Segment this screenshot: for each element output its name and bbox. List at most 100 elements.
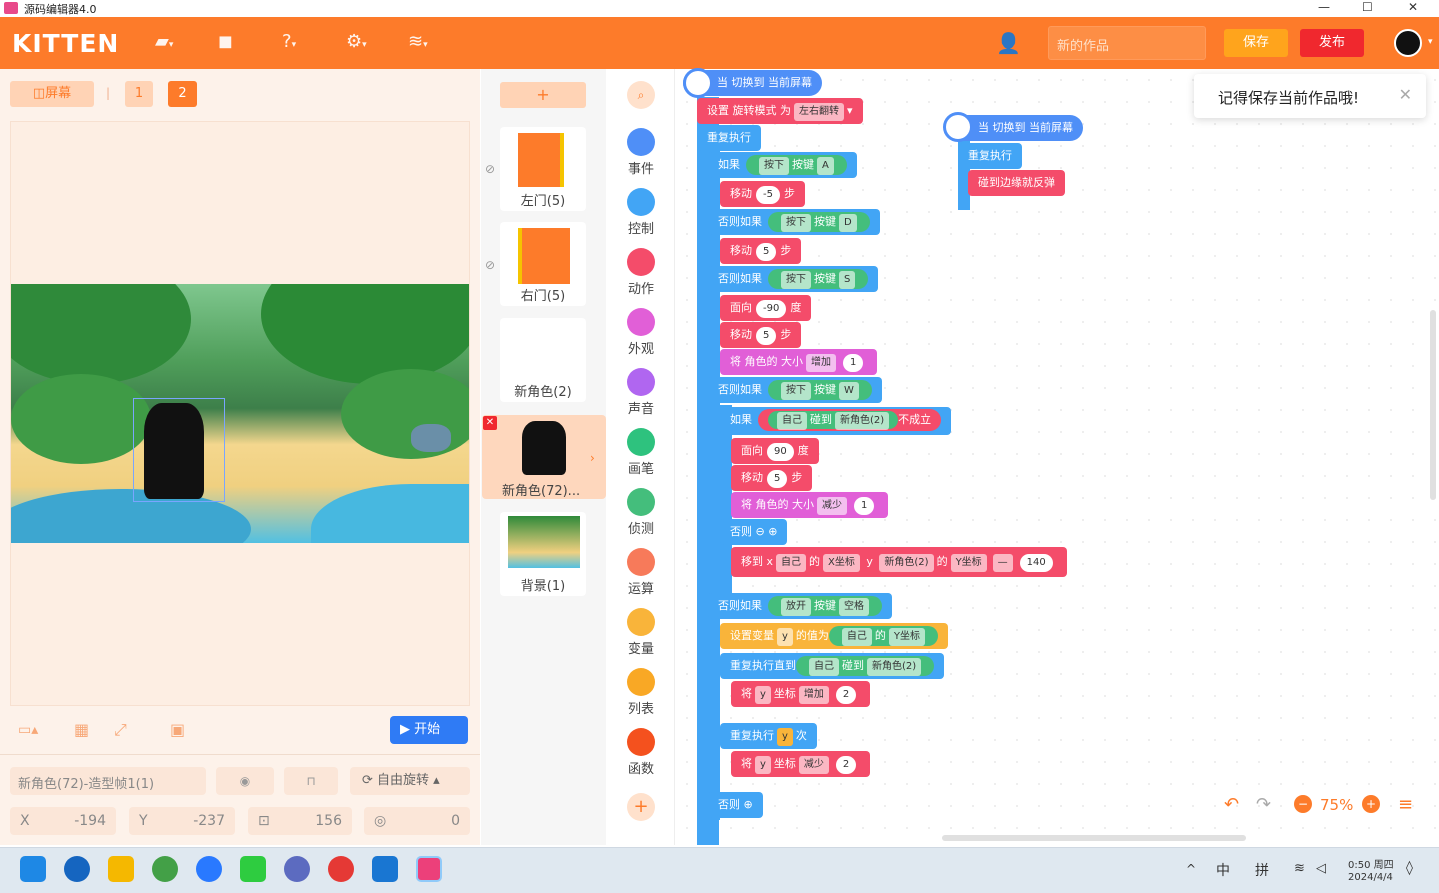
- wifi-icon[interactable]: ≋: [1294, 861, 1305, 876]
- value-input[interactable]: 5: [756, 243, 777, 261]
- file-explorer-icon[interactable]: [108, 856, 134, 882]
- change-coord-block[interactable]: 将 y 坐标 减少 2: [731, 751, 871, 777]
- else-block[interactable]: 否则 ⊖ ⊕: [720, 519, 788, 545]
- dropdown[interactable]: 按下: [781, 382, 811, 400]
- dropdown[interactable]: 减少: [798, 756, 829, 774]
- chevron-right-icon[interactable]: ›: [590, 451, 595, 465]
- app-icon[interactable]: [328, 856, 354, 882]
- hidden-eye-icon[interactable]: ⊘: [485, 162, 495, 176]
- maximize-button[interactable]: ☐: [1362, 0, 1373, 14]
- close-icon[interactable]: ✕: [1399, 85, 1412, 104]
- settings-icon[interactable]: ⚙▾: [346, 31, 367, 52]
- vertical-scrollbar[interactable]: [1430, 310, 1436, 500]
- y-field[interactable]: Y -237: [129, 807, 235, 835]
- clock-time[interactable]: 0:50 周四: [1348, 856, 1394, 871]
- add-sprite-button[interactable]: +: [500, 82, 586, 108]
- else-if-block[interactable]: 否则如果 按下 按键 S: [708, 266, 879, 292]
- chevron-down-icon[interactable]: ▾: [1428, 37, 1433, 47]
- sprite-card[interactable]: 左门(5): [500, 127, 586, 211]
- dropdown[interactable]: 新角色(2): [835, 412, 890, 430]
- key-dropdown[interactable]: S: [839, 271, 856, 289]
- dropdown[interactable]: 按下: [759, 157, 789, 175]
- else-block[interactable]: 否则 ⊕: [708, 792, 763, 818]
- key-dropdown[interactable]: A: [817, 157, 834, 175]
- dropdown[interactable]: X坐标: [823, 554, 860, 572]
- lock-icon[interactable]: ⊓: [284, 767, 338, 795]
- visibility-toggle-icon[interactable]: ◉: [216, 767, 274, 795]
- key-dropdown[interactable]: W: [839, 382, 859, 400]
- change-size-block[interactable]: 将 角色的 大小 增加 1: [720, 349, 878, 375]
- category-control[interactable]: 控制: [607, 188, 675, 237]
- zoom-out-icon[interactable]: −: [1294, 795, 1312, 813]
- direction-field[interactable]: ◎ 0: [364, 807, 470, 835]
- size-field[interactable]: ⊡ 156: [248, 807, 352, 835]
- screen-tab-2[interactable]: 2: [168, 81, 197, 107]
- delete-sprite-icon[interactable]: ✕: [483, 416, 497, 430]
- dropdown[interactable]: 自己: [777, 412, 807, 430]
- value-input[interactable]: 90: [767, 443, 794, 461]
- repeat-block[interactable]: 重复执行 y 次: [720, 723, 817, 749]
- dropdown[interactable]: 放开: [781, 598, 811, 616]
- undo-icon[interactable]: ↶: [1224, 794, 1239, 815]
- value-input[interactable]: 5: [756, 327, 777, 345]
- repeat-until-block[interactable]: 重复执行直到 自己 碰到 新角色(2): [720, 653, 945, 679]
- dropdown[interactable]: 自己: [776, 554, 807, 572]
- sprite-card[interactable]: 新角色(2): [500, 318, 586, 402]
- else-if-block[interactable]: 否则如果 按下 按键 D: [708, 209, 880, 235]
- add-collaborator-icon[interactable]: 👤: [996, 31, 1021, 55]
- minimize-button[interactable]: —: [1318, 0, 1330, 14]
- browser-icon[interactable]: [152, 856, 178, 882]
- start-button[interactable]: ▶ 开始: [390, 716, 468, 744]
- else-if-block[interactable]: 否则如果 按下 按键 W: [708, 377, 882, 403]
- move-block[interactable]: 移动 5 步: [720, 322, 802, 348]
- add-extension-icon[interactable]: +: [627, 793, 655, 821]
- category-list[interactable]: 列表: [607, 668, 675, 717]
- volume-icon[interactable]: ◁: [1316, 861, 1326, 876]
- dropdown[interactable]: 新角色(2): [867, 658, 922, 676]
- work-name-input[interactable]: 新的作品: [1048, 26, 1206, 60]
- category-event[interactable]: 事件: [607, 128, 675, 177]
- category-operator[interactable]: 运算: [607, 548, 675, 597]
- record-icon[interactable]: ▣: [170, 720, 185, 739]
- wechat-icon[interactable]: [240, 856, 266, 882]
- ime-input[interactable]: 拼: [1255, 860, 1269, 880]
- rotation-dropdown[interactable]: 左右翻转: [794, 103, 844, 121]
- dropdown[interactable]: 新角色(2): [879, 554, 934, 572]
- screen-button[interactable]: ◫屏幕: [10, 81, 94, 107]
- sprite-card[interactable]: 背景(1): [500, 512, 586, 596]
- arrange-icon[interactable]: ≡: [1398, 794, 1413, 815]
- category-looks[interactable]: 外观: [607, 308, 675, 357]
- value-input[interactable]: 5: [767, 470, 788, 488]
- search-icon[interactable]: ⌕: [627, 81, 655, 109]
- x-field[interactable]: X -194: [10, 807, 116, 835]
- clock-date[interactable]: 2024/4/4: [1348, 872, 1393, 883]
- change-coord-block[interactable]: 将 y 坐标 增加 2: [731, 681, 871, 707]
- category-variable[interactable]: 变量: [607, 608, 675, 657]
- folder-icon[interactable]: ▰▾: [155, 31, 173, 52]
- help-icon[interactable]: ?▾: [282, 31, 296, 52]
- set-rotation-block[interactable]: 设置 旋转模式 为左右翻转 ▾: [697, 98, 863, 124]
- value-input[interactable]: 140: [1019, 554, 1053, 572]
- app-icon[interactable]: [284, 856, 310, 882]
- sprite-character[interactable]: [144, 403, 204, 499]
- edge-icon[interactable]: [64, 856, 90, 882]
- face-block[interactable]: 面向 90 度: [731, 438, 819, 464]
- operator-dropdown[interactable]: —: [992, 554, 1013, 572]
- ime-mode[interactable]: 中: [1216, 860, 1230, 880]
- else-if-block[interactable]: 否则如果 放开 按键 空格: [708, 593, 892, 619]
- dropdown[interactable]: y: [755, 686, 771, 704]
- if-block[interactable]: 如果 自己 碰到 新角色(2) 不成立: [720, 407, 952, 435]
- value-input[interactable]: 2: [835, 686, 857, 704]
- dropdown[interactable]: 按下: [781, 271, 811, 289]
- face-block[interactable]: 面向 -90 度: [720, 295, 812, 321]
- app-icon[interactable]: [196, 856, 222, 882]
- value-input[interactable]: -5: [756, 186, 780, 204]
- fullscreen-icon[interactable]: ⤢: [114, 720, 127, 740]
- dropdown[interactable]: Y坐标: [950, 554, 987, 572]
- set-variable-block[interactable]: 设置变量 y 的值为 自己的 Y坐标: [720, 623, 949, 649]
- bounce-block[interactable]: 碰到边缘就反弹: [968, 170, 1065, 196]
- move-block[interactable]: 移动 5 步: [731, 465, 813, 491]
- category-function[interactable]: 函数: [607, 728, 675, 777]
- key-dropdown[interactable]: 空格: [839, 598, 869, 616]
- horizontal-scrollbar[interactable]: [942, 835, 1246, 841]
